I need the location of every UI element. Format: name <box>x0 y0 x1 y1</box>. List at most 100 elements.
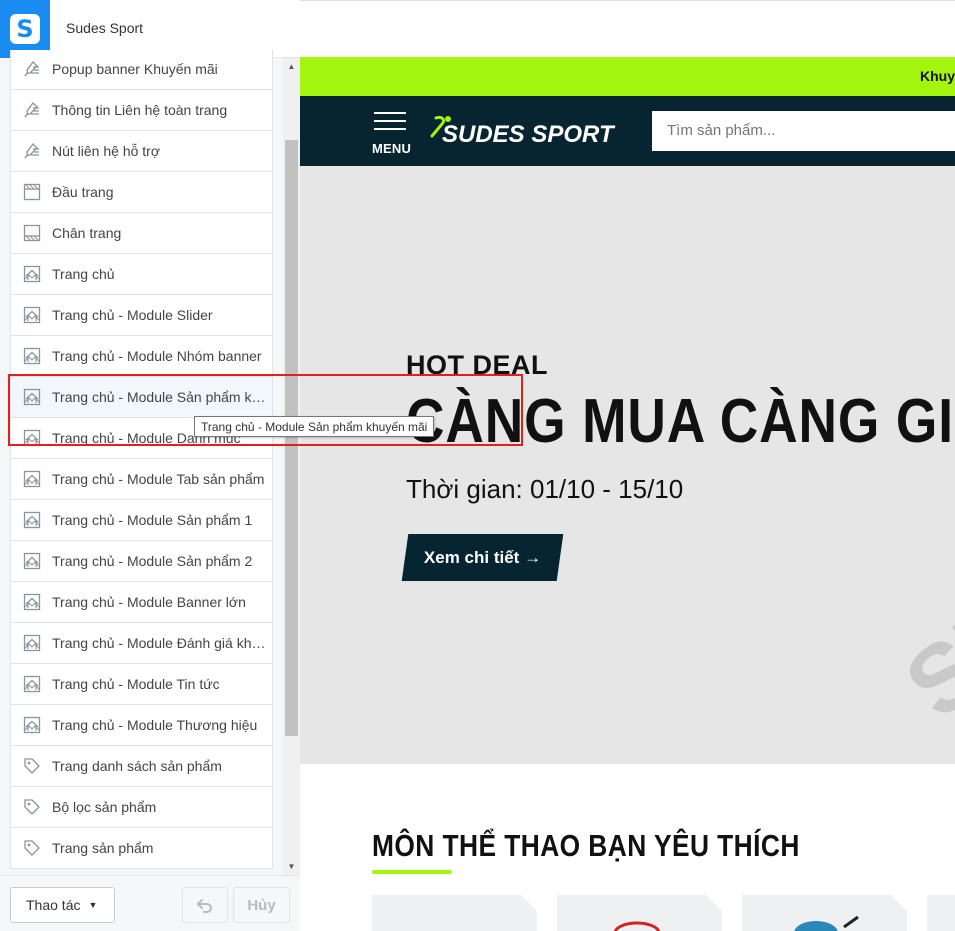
paint-brush-icon <box>22 59 42 79</box>
hero-time: Thời gian: 01/10 - 15/10 <box>406 474 684 504</box>
hamburger-line <box>374 120 406 122</box>
home-page-icon <box>22 551 42 571</box>
card-corner <box>891 895 907 911</box>
section-item-label: Chân trang <box>52 225 122 241</box>
hamburger-icon <box>374 112 406 114</box>
actions-dropdown-button[interactable]: Thao tác ▼ <box>10 887 115 923</box>
scroll-up-arrow-icon[interactable]: ▲ <box>283 58 300 75</box>
undo-icon <box>197 899 212 913</box>
section-item-label: Nút liên hệ hỗ trợ <box>52 143 161 159</box>
store-header: MENU SUDES SPORT <box>300 96 955 166</box>
section-list-item[interactable]: Trang chủ - Module Đánh giá khách hàng <box>10 623 273 664</box>
section-item-label: Trang chủ - Module Tab sản phẩm <box>52 471 265 487</box>
section-item-label: Thông tin Liên hệ toàn trang <box>52 102 228 118</box>
home-page-icon <box>22 469 42 489</box>
section-item-label: Bộ lọc sản phẩm <box>52 799 157 815</box>
sport-card[interactable] <box>557 895 722 931</box>
home-page-icon <box>22 510 42 530</box>
cancel-button[interactable]: Hủy <box>233 887 290 923</box>
brand-logo[interactable]: SUDES SPORT <box>428 114 628 150</box>
tag-icon <box>22 838 42 858</box>
hero-title: CÀNG MUA CÀNG GIẢM <box>406 387 955 456</box>
home-page-icon <box>22 592 42 612</box>
hamburger-line <box>374 128 406 130</box>
sidebar-scrollbar[interactable]: ▲ ▼ <box>283 58 300 875</box>
section-list-item[interactable]: Trang chủ - Module Tin tức <box>10 664 273 705</box>
home-page-icon <box>22 633 42 653</box>
section-list-item[interactable]: Trang chủ - Module Sản phẩm khuyến mãi <box>10 377 273 418</box>
scroll-down-arrow-icon[interactable]: ▼ <box>283 858 300 875</box>
section-list-item[interactable]: Bộ lọc sản phẩm <box>10 787 273 828</box>
section-list-item[interactable]: Chân trang <box>10 213 273 254</box>
hero-kicker: HOT DEAL <box>406 350 548 380</box>
sport-card[interactable] <box>372 895 537 931</box>
section-tooltip: Trang chủ - Module Sản phẩm khuyến mãi <box>194 416 435 437</box>
section-list-item[interactable]: Trang chủ <box>10 254 273 295</box>
section-item-label: Trang chủ <box>52 266 115 282</box>
section-item-label: Trang sản phẩm <box>52 840 154 856</box>
section-list-item[interactable]: Trang chủ - Module Banner lớn <box>10 582 273 623</box>
theme-sections-sidebar: S Sudes Sport Popup banner Khuyến mãi Thô… <box>0 0 300 931</box>
scrollbar-thumb[interactable] <box>285 140 298 736</box>
promo-text[interactable]: Khuyến mãi <box>920 68 955 84</box>
section-list-item[interactable]: Nút liên hệ hỗ trợ <box>10 131 273 172</box>
home-page-icon <box>22 346 42 366</box>
section-list-item[interactable]: Trang sản phẩm <box>10 828 273 869</box>
section-item-label: Đầu trang <box>52 184 114 200</box>
section-item-label: Trang chủ - Module Thương hiệu <box>52 717 258 733</box>
tag-icon <box>22 756 42 776</box>
section-item-label: Trang chủ - Module Nhóm banner <box>52 348 262 364</box>
menu-label: MENU <box>372 141 412 156</box>
section-list-item[interactable]: Trang chủ - Module Sản phẩm 1 <box>10 500 273 541</box>
backpack-icon <box>794 915 859 931</box>
section-list-item[interactable]: Trang danh sách sản phẩm <box>10 746 273 787</box>
section-item-label: Trang chủ - Module Đánh giá khách hàng <box>52 635 267 651</box>
hero-banner[interactable]: SUDES HOT DEAL CÀNG MUA CÀNG GIẢM Thời g… <box>300 166 955 764</box>
sport-card[interactable] <box>927 895 955 931</box>
paint-brush-icon <box>22 141 42 161</box>
search-box[interactable] <box>652 111 955 151</box>
section-item-label: Trang chủ - Module Banner lớn <box>52 594 246 610</box>
view-details-label: Xem chi tiết <box>423 547 520 567</box>
section-item-label: Trang chủ - Module Sản phẩm khuyến mãi <box>52 389 267 405</box>
section-item-label: Trang danh sách sản phẩm <box>52 758 222 774</box>
page-footer-icon <box>22 223 42 243</box>
hero-watermark: SUDES <box>885 444 955 739</box>
caret-down-icon: ▼ <box>88 900 98 910</box>
section-list-item[interactable]: Trang chủ - Module Slider <box>10 295 273 336</box>
preview-topbar <box>300 0 955 57</box>
menu-button[interactable]: MENU <box>372 112 412 156</box>
home-page-icon <box>22 674 42 694</box>
section-list-item[interactable]: Popup banner Khuyến mãi <box>10 50 273 90</box>
storefront-preview: Khuyến mãi MENU SUDES SPORT SUDES HOT DE… <box>300 0 955 931</box>
section-list-item[interactable]: Trang chủ - Module Nhóm banner <box>10 336 273 377</box>
home-page-icon <box>22 264 42 284</box>
section-item-label: Trang chủ - Module Tin tức <box>52 676 220 692</box>
section-title-underline <box>372 870 452 874</box>
page-header-icon <box>22 182 42 202</box>
actions-label: Thao tác <box>26 897 81 913</box>
section-list-item[interactable]: Thông tin Liên hệ toàn trang <box>10 90 273 131</box>
brand-name: SUDES SPORT <box>442 121 616 148</box>
home-page-icon <box>22 305 42 325</box>
section-list-item[interactable]: Trang chủ - Module Sản phẩm 2 <box>10 541 273 582</box>
section-list-item[interactable]: Trang chủ - Module Thương hiệu <box>10 705 273 746</box>
tag-icon <box>22 797 42 817</box>
undo-button[interactable] <box>182 887 228 923</box>
section-item-label: Trang chủ - Module Slider <box>52 307 213 323</box>
sport-card[interactable] <box>742 895 907 931</box>
racket-icon <box>613 921 661 931</box>
section-item-label: Trang chủ - Module Sản phẩm 1 <box>52 512 253 528</box>
home-page-icon <box>22 387 42 407</box>
app-logo-letter: S <box>10 14 40 44</box>
section-title: MÔN THỂ THAO BẠN YÊU THÍCH <box>372 828 800 863</box>
section-item-label: Popup banner Khuyến mãi <box>52 61 218 77</box>
section-list-item[interactable]: Đầu trang <box>10 172 273 213</box>
section-item-label: Trang chủ - Module Sản phẩm 2 <box>52 553 253 569</box>
view-details-button[interactable]: Xem chi tiết → <box>401 534 564 581</box>
search-input[interactable] <box>667 122 947 139</box>
section-list: Popup banner Khuyến mãi Thông tin Liên hệ… <box>10 50 273 875</box>
home-page-icon <box>22 715 42 735</box>
section-list-item[interactable]: Trang chủ - Module Tab sản phẩm <box>10 459 273 500</box>
arrow-right-icon: → <box>524 547 542 567</box>
